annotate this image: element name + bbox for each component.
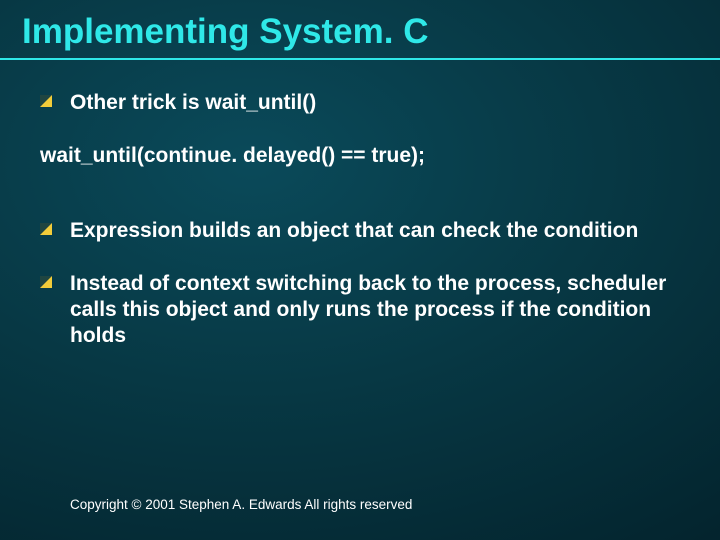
bullet-text: Instead of context switching back to the… bbox=[70, 271, 690, 350]
slide-title: Implementing System. C bbox=[22, 12, 698, 58]
bullet-text: Other trick is wait_until() bbox=[70, 90, 690, 116]
title-underline bbox=[0, 58, 720, 60]
slide: Implementing System. C Other trick is wa… bbox=[0, 0, 720, 540]
square-bullet-icon bbox=[40, 276, 58, 288]
code-line: wait_until(continue. delayed() == true); bbox=[40, 144, 690, 168]
square-bullet-icon bbox=[40, 95, 58, 107]
spacer bbox=[40, 263, 690, 271]
bullet-item: Expression builds an object that can che… bbox=[40, 218, 690, 244]
copyright-footer: Copyright © 2001 Stephen A. Edwards All … bbox=[70, 497, 412, 512]
bullet-item: Instead of context switching back to the… bbox=[40, 271, 690, 350]
bullet-item: Other trick is wait_until() bbox=[40, 90, 690, 116]
bullet-text: Expression builds an object that can che… bbox=[70, 218, 690, 244]
slide-content: Other trick is wait_until() wait_until(c… bbox=[40, 90, 690, 377]
square-bullet-icon bbox=[40, 223, 58, 235]
